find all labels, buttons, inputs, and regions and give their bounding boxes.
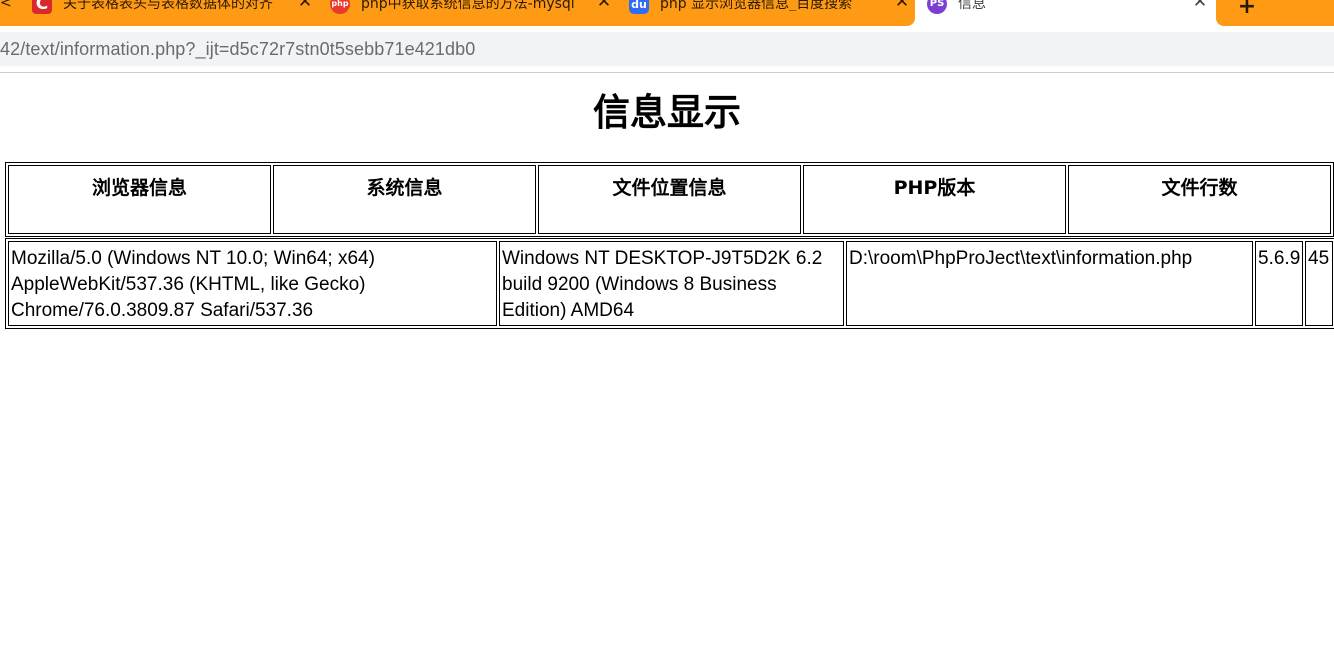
header-row: 浏览器信息 系统信息 文件位置信息 PHP版本 文件行数 [8,165,1331,234]
tab-title: php中获取系统信息的方法-mysql [361,0,575,11]
baidu-paw-icon: du [629,0,649,14]
tab-title: 信息 [958,0,986,11]
column-header-line-count: 文件行数 [1068,165,1331,234]
column-header-browser-info: 浏览器信息 [8,165,271,234]
phpstorm-icon: PS [927,0,947,14]
data-table: Mozilla/5.0 (Windows NT 10.0; Win64; x64… [5,238,1334,329]
tab-csdn[interactable]: C 关于表格表头与表格数据体的对齐 ✕ [20,0,318,26]
table-row: Mozilla/5.0 (Windows NT 10.0; Win64; x64… [8,241,1333,326]
close-icon[interactable]: ✕ [292,0,318,11]
column-header-php-version: PHP版本 [803,165,1066,234]
tab-scroll-left[interactable]: < [0,0,20,26]
tab-title: php 显示浏览器信息_百度搜索 [660,0,853,11]
close-icon[interactable]: ✕ [889,0,915,11]
tab-baidu[interactable]: du php 显示浏览器信息_百度搜索 ✕ [617,0,915,26]
chevron-left-icon: < [0,0,12,11]
cell-file-location: D:\room\PhpProJect\text\information.php [846,241,1253,326]
close-icon[interactable]: ✕ [591,0,617,11]
cell-browser-info: Mozilla/5.0 (Windows NT 10.0; Win64; x64… [8,241,497,326]
cell-system-info: Windows NT DESKTOP-J9T5D2K 6.2 build 920… [499,241,844,326]
cell-php-version: 5.6.9 [1255,241,1303,326]
cell-line-count: 45 [1305,241,1333,326]
header-table: 浏览器信息 系统信息 文件位置信息 PHP版本 文件行数 [5,162,1334,237]
csdn-c-icon: C [32,0,52,14]
tab-title: 关于表格表头与表格数据体的对齐 [63,0,273,11]
tab-active-info[interactable]: PS 信息 ✕ [915,0,1213,26]
page-title: 信息显示 [593,91,741,134]
address-bar[interactable]: 42/text/information.php?_ijt=d5c72r7stn0… [0,32,1334,66]
plus-icon: + [1237,0,1257,19]
tab-php-cn[interactable]: php php中获取系统信息的方法-mysql ✕ [318,0,617,26]
php-cn-icon: php [330,0,350,14]
close-icon[interactable]: ✕ [1187,0,1213,11]
url-text[interactable]: 42/text/information.php?_ijt=d5c72r7stn0… [0,39,475,60]
column-header-system-info: 系统信息 [273,165,536,234]
browser-toolbar: 42/text/information.php?_ijt=d5c72r7stn0… [0,28,1334,73]
new-tab-button[interactable]: + [1216,0,1334,26]
column-header-file-location: 文件位置信息 [538,165,801,234]
tab-strip: < C 关于表格表头与表格数据体的对齐 ✕ php php中获取系统信息的方法-… [0,0,1334,28]
